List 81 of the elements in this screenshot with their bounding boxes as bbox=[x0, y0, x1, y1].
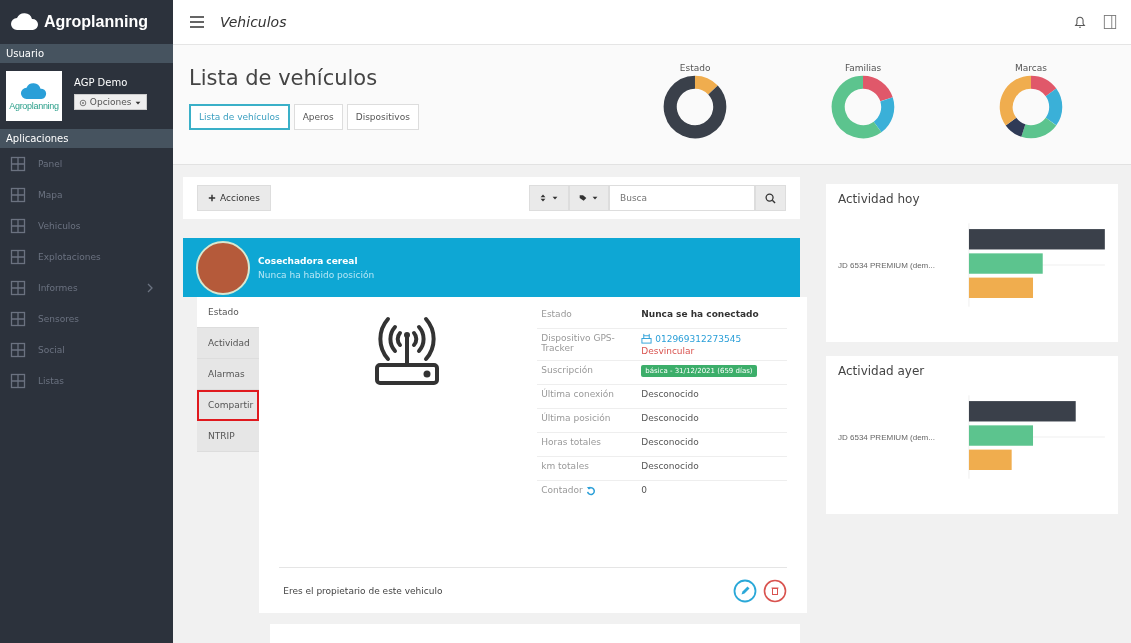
unlink-link[interactable]: Desvincular bbox=[641, 346, 742, 357]
nav-icon bbox=[10, 217, 26, 234]
detail-value: Desconocido bbox=[641, 461, 699, 472]
detail-label: Última conexión bbox=[541, 389, 615, 400]
caret-icon bbox=[551, 194, 559, 202]
donut-chart bbox=[831, 75, 896, 139]
tab[interactable]: Compartir bbox=[197, 390, 260, 422]
detail-label: Estado bbox=[541, 309, 572, 320]
detail-label: Contador bbox=[541, 485, 583, 496]
owner-note: Eres el propietario de este vehiculo bbox=[283, 585, 443, 596]
detail-value: Desconocido bbox=[641, 389, 699, 400]
card-title: Actividad hoy bbox=[838, 192, 921, 206]
bar-label: JD 6534 PREMIUM (dem... bbox=[838, 432, 936, 442]
bar-label: JD 6534 PREMIUM (dem... bbox=[838, 260, 936, 270]
detail-value: Desconocido bbox=[641, 437, 699, 448]
detail-label: Suscripción bbox=[541, 365, 593, 376]
user-logo: Agroplanning bbox=[6, 71, 62, 121]
tab[interactable]: Actividad bbox=[197, 328, 260, 360]
bell-icon[interactable] bbox=[1073, 15, 1087, 29]
delete-icon[interactable] bbox=[763, 578, 788, 603]
detail-label: km totales bbox=[541, 461, 589, 472]
vehicle-status: Nunca ha habido posición bbox=[258, 269, 375, 280]
nav-item[interactable]: Listas bbox=[0, 365, 173, 396]
detail-label: Dispositivo GPS-Tracker bbox=[541, 333, 616, 354]
detail-label: Última posición bbox=[541, 413, 611, 424]
tab[interactable]: Dispositivos bbox=[346, 104, 419, 130]
detail-value: 0 bbox=[641, 485, 647, 496]
donut-chart bbox=[999, 75, 1063, 139]
section-header: Aplicaciones bbox=[0, 129, 173, 148]
nav-item[interactable]: Mapa bbox=[0, 179, 173, 210]
menu-icon[interactable] bbox=[190, 15, 204, 29]
device-icon bbox=[641, 333, 653, 345]
cloud-logo-icon bbox=[10, 12, 40, 32]
sort-icon bbox=[539, 194, 547, 202]
nav-icon bbox=[10, 248, 26, 265]
section-header: Usuario bbox=[0, 44, 173, 63]
donut-title: Marcas bbox=[1015, 63, 1047, 73]
vehicle-name: Cosechadora cereal bbox=[258, 255, 359, 266]
nav-item[interactable]: Sensores bbox=[0, 303, 173, 334]
tags-button[interactable] bbox=[569, 185, 609, 211]
tab[interactable]: Alarmas bbox=[197, 359, 260, 391]
brand-name: Agroplanning bbox=[44, 13, 148, 31]
page-title: Vehiculos bbox=[220, 14, 287, 30]
gear-icon bbox=[79, 98, 87, 107]
tab[interactable]: Lista de vehículos bbox=[189, 104, 290, 130]
photo-placeholder bbox=[196, 240, 250, 295]
nav-icon bbox=[10, 155, 26, 172]
tab[interactable]: NTRIP bbox=[197, 421, 260, 453]
nav-icon bbox=[10, 186, 26, 203]
nav-icon bbox=[10, 310, 26, 327]
donut-title: Familias bbox=[844, 63, 882, 73]
tag-icon bbox=[579, 194, 587, 202]
search-field[interactable]: Busca bbox=[609, 185, 755, 211]
detail-value: Desconocido bbox=[641, 413, 699, 424]
refresh-icon[interactable] bbox=[585, 486, 596, 497]
card-title: Actividad ayer bbox=[838, 364, 926, 378]
nav-item[interactable]: Social bbox=[0, 334, 173, 365]
tab[interactable]: Estado bbox=[197, 297, 260, 329]
nav-item[interactable]: Vehiculos bbox=[0, 210, 173, 241]
actions-button[interactable]: Acciones bbox=[197, 185, 271, 211]
nav-item[interactable]: Panel bbox=[0, 148, 173, 179]
donut-title: Estado bbox=[679, 63, 711, 73]
device-link[interactable]: 012969312273545 bbox=[655, 333, 742, 344]
tab[interactable]: Aperos bbox=[293, 104, 343, 130]
user-name: AGP Demo bbox=[74, 77, 129, 88]
search-button[interactable] bbox=[755, 185, 786, 211]
nav-icon bbox=[10, 341, 26, 358]
detail-value: Nunca se ha conectado bbox=[641, 309, 759, 320]
options-button[interactable]: Opciones bbox=[74, 94, 148, 110]
edit-icon[interactable] bbox=[733, 578, 758, 603]
nav-item[interactable]: Explotaciones bbox=[0, 241, 173, 272]
nav-item[interactable]: Informes bbox=[0, 272, 173, 303]
detail-label: Horas totales bbox=[541, 437, 602, 448]
nav-icon bbox=[10, 279, 26, 296]
nav-icon bbox=[10, 372, 26, 389]
caret-icon bbox=[591, 194, 599, 202]
search-icon bbox=[765, 192, 776, 204]
panel-icon[interactable] bbox=[1103, 15, 1117, 29]
donut-chart bbox=[663, 75, 728, 139]
page-heading: Lista de vehículos bbox=[189, 66, 379, 90]
plus-icon bbox=[208, 194, 216, 202]
